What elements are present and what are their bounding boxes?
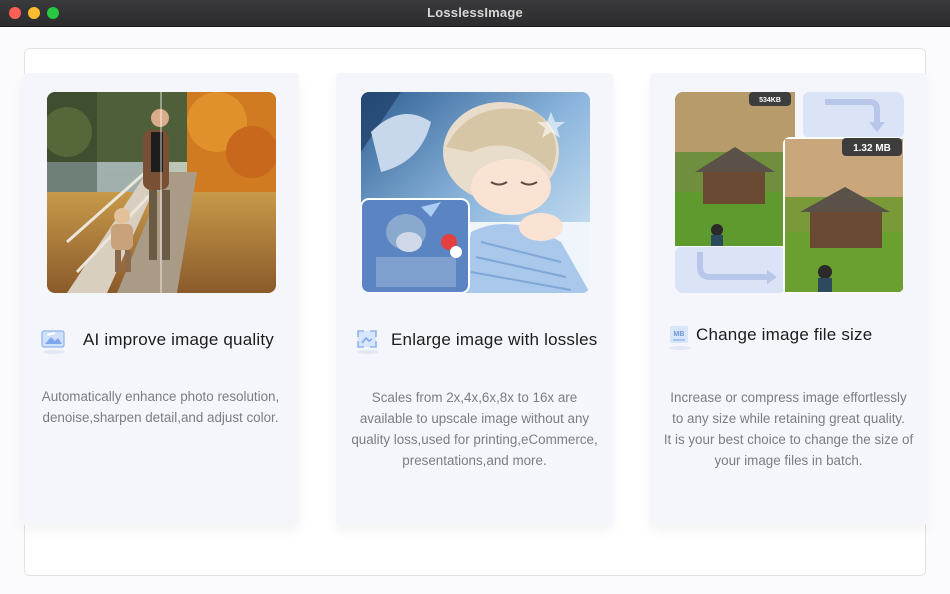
original-size-badge: 534KB xyxy=(759,97,781,104)
feature-card-ai-quality[interactable]: AI improve image quality Automatically e… xyxy=(22,73,299,525)
window-title: LosslessImage xyxy=(427,5,523,20)
feature-description: Scales from 2x,4x,6x,8x to 16x are avail… xyxy=(344,387,605,471)
feature-title: AI improve image quality xyxy=(83,330,274,349)
title-bar: LosslessImage xyxy=(0,0,950,27)
desc-line: presentations,and more. xyxy=(402,453,547,468)
desc-line: to any size while retaining great qualit… xyxy=(672,411,905,426)
enlarge-image-icon xyxy=(353,327,383,355)
feature-card-file-size[interactable]: 534KB 1.32 MB MB Change image file size … xyxy=(650,73,927,525)
desc-line: It is your best choice to change the siz… xyxy=(663,432,914,447)
enlarge-preview-image xyxy=(361,92,590,293)
cabin-resize-illustration: 534KB 1.32 MB xyxy=(675,92,904,293)
ai-quality-icon xyxy=(39,327,69,355)
main-content: AI improve image quality Automatically e… xyxy=(0,27,950,594)
file-size-preview-image: 534KB 1.32 MB xyxy=(675,92,904,293)
sleeping-anime-illustration xyxy=(361,92,590,293)
desc-line: Automatically enhance photo resolution, xyxy=(41,389,280,404)
desc-line: quality loss,used for printing,eCommerce… xyxy=(351,432,598,447)
feature-title: Change image file size xyxy=(696,325,873,344)
feature-title: Enlarge image with lossles xyxy=(391,330,598,349)
resized-size-badge: 1.32 MB xyxy=(853,143,891,154)
desc-line: denoise,sharpen detail,and adjust color. xyxy=(42,410,279,425)
feature-card-enlarge[interactable]: Enlarge image with lossles Scales from 2… xyxy=(336,73,613,525)
ai-quality-preview-image xyxy=(47,92,276,293)
desc-line: Increase or compress image effortlessly xyxy=(670,390,907,405)
feature-description: Automatically enhance photo resolution, … xyxy=(30,386,291,428)
desc-line: your image files in batch. xyxy=(714,453,863,468)
desc-line: Scales from 2x,4x,6x,8x to 16x are xyxy=(371,390,578,405)
autumn-walk-photo xyxy=(47,92,276,293)
file-size-icon-label: MB xyxy=(674,331,685,338)
file-size-icon: MB xyxy=(665,323,695,351)
feature-description: Increase or compress image effortlessly … xyxy=(658,387,919,471)
desc-line: available to upscale image without any xyxy=(359,411,590,426)
